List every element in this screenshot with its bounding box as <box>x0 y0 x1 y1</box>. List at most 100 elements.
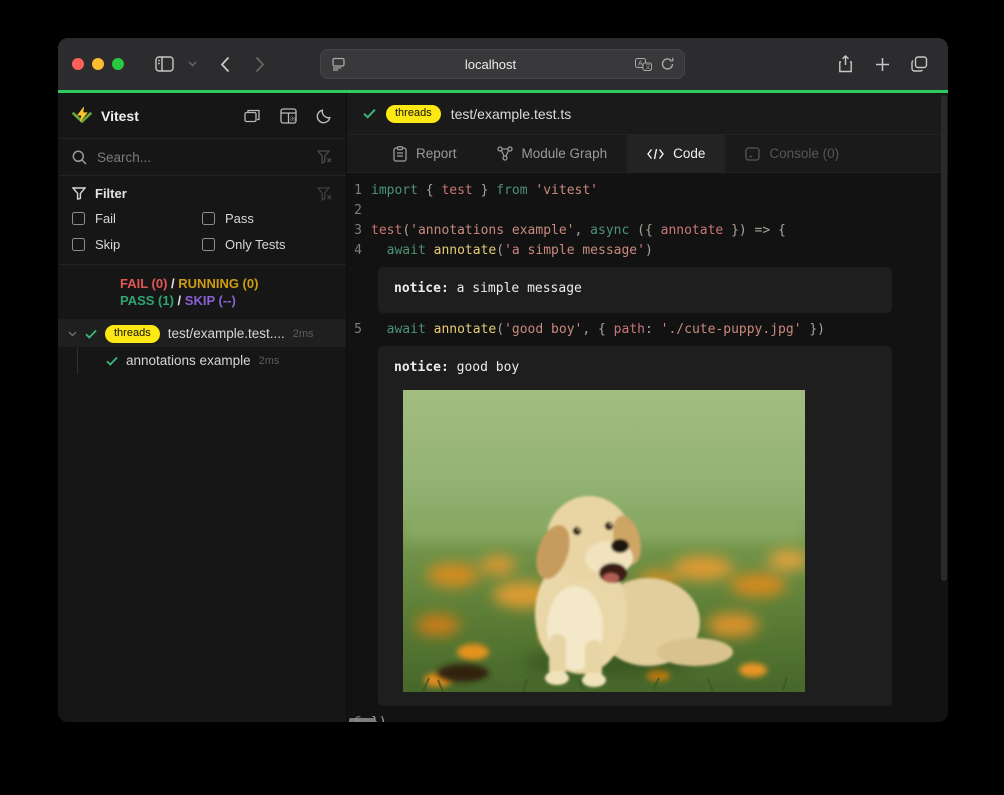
reload-icon[interactable] <box>661 57 674 71</box>
annotation-message: good boy <box>449 360 519 375</box>
checkbox-pass[interactable]: Pass <box>202 211 332 226</box>
forward-icon <box>248 52 272 76</box>
code-line[interactable]: 3test('annotations example', async ({ an… <box>347 221 948 241</box>
check-icon <box>85 329 97 339</box>
app-title: Vitest <box>101 108 225 124</box>
code-text: await annotate('a simple message') <box>371 241 653 261</box>
back-icon[interactable] <box>213 52 237 76</box>
browser-toolbar: localhost A 文 <box>58 38 948 90</box>
code-line[interactable]: 2 <box>347 201 948 221</box>
tab-console[interactable]: Console (0) <box>725 135 859 172</box>
filter-section: Filter Fail <box>58 176 346 265</box>
svg-text:3s: 3s <box>290 116 296 122</box>
test-summary: FAIL (0) / RUNNING (0) PASS (1) / SKIP (… <box>58 265 346 320</box>
checkbox-skip[interactable]: Skip <box>72 237 202 252</box>
share-icon[interactable] <box>833 52 857 76</box>
browser-window: localhost A 文 <box>58 38 948 722</box>
tab-report[interactable]: Report <box>373 135 477 172</box>
checkbox-box[interactable] <box>202 238 215 251</box>
check-icon <box>363 108 376 119</box>
code-icon <box>647 148 664 160</box>
panels-icon[interactable] <box>244 108 261 123</box>
tab-code[interactable]: Code <box>627 135 725 172</box>
svg-text:A: A <box>638 60 643 67</box>
tab-label: Report <box>416 146 457 161</box>
tab-label: Code <box>673 146 705 161</box>
url-text[interactable]: localhost <box>346 57 635 72</box>
filter-clear-icon[interactable] <box>317 187 332 201</box>
svg-text:文: 文 <box>645 63 651 71</box>
vertical-scrollbar[interactable] <box>941 95 947 581</box>
tab-module-graph[interactable]: Module Graph <box>477 135 628 172</box>
annotation-type-label: notice: <box>394 281 449 296</box>
test-duration: 2ms <box>259 355 280 367</box>
desktop-background: localhost A 文 <box>0 0 1004 795</box>
test-file-row[interactable]: threads test/example.test.... 2ms <box>58 320 346 347</box>
code-line[interactable]: 6}) <box>347 713 948 722</box>
address-bar[interactable]: localhost A 文 <box>320 49 685 79</box>
minimize-button[interactable] <box>92 58 104 70</box>
tab-label: Module Graph <box>522 146 608 161</box>
code-line[interactable]: 4 await annotate('a simple message') <box>347 241 948 261</box>
report-icon <box>393 146 407 162</box>
translate-icon[interactable]: A 文 <box>635 58 652 71</box>
checkbox-fail[interactable]: Fail <box>72 211 202 226</box>
filter-icon <box>72 187 86 200</box>
code-text: test('annotations example', async ({ ann… <box>371 221 786 241</box>
line-number: 4 <box>347 241 371 261</box>
horizontal-scrollbar[interactable] <box>349 718 375 722</box>
test-tree: threads test/example.test.... 2ms annota… <box>58 320 346 722</box>
reader-icon[interactable] <box>331 57 346 71</box>
tab-label: Console (0) <box>769 146 839 161</box>
filter-title: Filter <box>95 186 308 201</box>
checkbox-box[interactable] <box>202 212 215 225</box>
close-button[interactable] <box>72 58 84 70</box>
sidebar-toggle-icon[interactable] <box>152 52 176 76</box>
code-editor[interactable]: 1import { test } from 'vitest'23test('an… <box>347 173 948 722</box>
filter-clear-icon[interactable] <box>317 150 332 164</box>
chevron-down-icon[interactable] <box>180 52 204 76</box>
annotation-box: notice: good boy <box>378 346 892 706</box>
line-number: 1 <box>347 181 371 201</box>
checkbox-box[interactable] <box>72 212 85 225</box>
check-icon <box>106 356 118 366</box>
chevron-down-icon[interactable] <box>68 331 77 337</box>
line-number: 2 <box>347 201 371 221</box>
zoom-button[interactable] <box>112 58 124 70</box>
annotation-type-label: notice: <box>394 360 449 375</box>
test-case-name: annotations example <box>126 353 251 368</box>
checkbox-label: Fail <box>95 211 116 226</box>
sidebar-header: Vitest 3s <box>58 93 346 139</box>
skip-count: SKIP (--) <box>185 293 236 308</box>
test-file-name: test/example.test.... <box>168 326 285 341</box>
checkbox-only-tests[interactable]: Only Tests <box>202 237 332 252</box>
moon-icon[interactable] <box>316 108 332 124</box>
code-line[interactable]: 1import { test } from 'vitest' <box>347 181 948 201</box>
checkbox-label: Only Tests <box>225 237 285 252</box>
fail-count: FAIL (0) <box>120 276 167 291</box>
file-name: test/example.test.ts <box>451 106 572 122</box>
search-bar[interactable]: Search... <box>58 139 346 176</box>
annotation-message: a simple message <box>449 281 582 296</box>
checkbox-label: Pass <box>225 211 254 226</box>
tab-bar: Report Module Graph <box>347 135 948 173</box>
code-line[interactable]: 5 await annotate('good boy', { path: './… <box>347 320 948 340</box>
checkbox-box[interactable] <box>72 238 85 251</box>
summary-separator: / <box>167 276 178 291</box>
test-case-row[interactable]: annotations example 2ms <box>58 347 346 374</box>
main-panel: threads test/example.test.ts Report <box>347 93 948 722</box>
code-text: await annotate('good boy', { path: './cu… <box>371 320 825 340</box>
puppy-image <box>403 390 805 692</box>
tab-overview-icon[interactable] <box>907 52 931 76</box>
dashboard-icon[interactable]: 3s <box>280 108 297 124</box>
search-placeholder[interactable]: Search... <box>97 150 307 165</box>
search-icon <box>72 150 87 165</box>
test-duration: 2ms <box>293 328 314 340</box>
running-count: RUNNING (0) <box>178 276 258 291</box>
new-tab-icon[interactable] <box>870 52 894 76</box>
pool-badge: threads <box>386 105 441 123</box>
vitest-logo <box>72 106 92 125</box>
file-header: threads test/example.test.ts <box>347 93 948 135</box>
annotation-box: notice: a simple message <box>378 267 892 313</box>
console-icon <box>745 147 760 161</box>
